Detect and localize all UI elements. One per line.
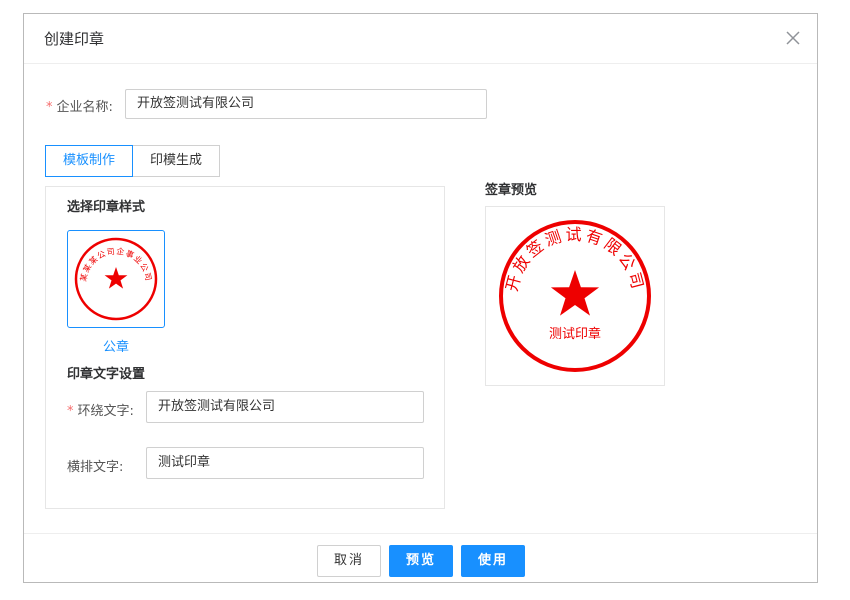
seal-preview-title: 签章预览 bbox=[485, 183, 538, 198]
seal-center-text: 测试印章 bbox=[549, 326, 601, 342]
dialog-header: 创建印章 bbox=[24, 14, 817, 64]
seal-preview-box: 开放签测试有限公司 测试印章 bbox=[485, 206, 665, 386]
tab-template-make[interactable]: 模板制作 bbox=[45, 145, 133, 177]
preview-button[interactable]: 预览 bbox=[389, 545, 453, 577]
close-icon[interactable] bbox=[783, 28, 803, 48]
seal-style-card-official[interactable]: 某某某公司企事业公司 bbox=[67, 230, 165, 328]
cancel-button[interactable]: 取消 bbox=[317, 545, 381, 577]
seal-preview-image: 开放签测试有限公司 测试印章 bbox=[499, 220, 651, 372]
select-style-title: 选择印章样式 bbox=[67, 200, 146, 215]
company-name-input[interactable]: 开放签测试有限公司 bbox=[125, 89, 487, 119]
use-button[interactable]: 使用 bbox=[461, 545, 525, 577]
official-seal-thumbnail: 某某某公司企事业公司 bbox=[74, 237, 158, 321]
dialog-title: 创建印章 bbox=[44, 30, 105, 48]
horizontal-text-input[interactable]: 测试印章 bbox=[146, 447, 424, 479]
ring-text-label: * 环绕文字: bbox=[67, 404, 134, 419]
seal-style-name: 公章 bbox=[102, 340, 129, 355]
horizontal-text-label: 横排文字: bbox=[67, 460, 124, 475]
company-name-label: * 企业名称: bbox=[46, 100, 113, 115]
tab-seal-generate[interactable]: 印模生成 bbox=[133, 145, 220, 177]
dialog-footer: 取消 预览 使用 bbox=[24, 533, 817, 584]
seal-text-settings-title: 印章文字设置 bbox=[67, 367, 146, 382]
ring-text-input[interactable]: 开放签测试有限公司 bbox=[146, 391, 424, 423]
create-seal-dialog: 创建印章 * 企业名称: 开放签测试有限公司 模板制作 印模生成 选择印章样式 某… bbox=[23, 13, 818, 583]
